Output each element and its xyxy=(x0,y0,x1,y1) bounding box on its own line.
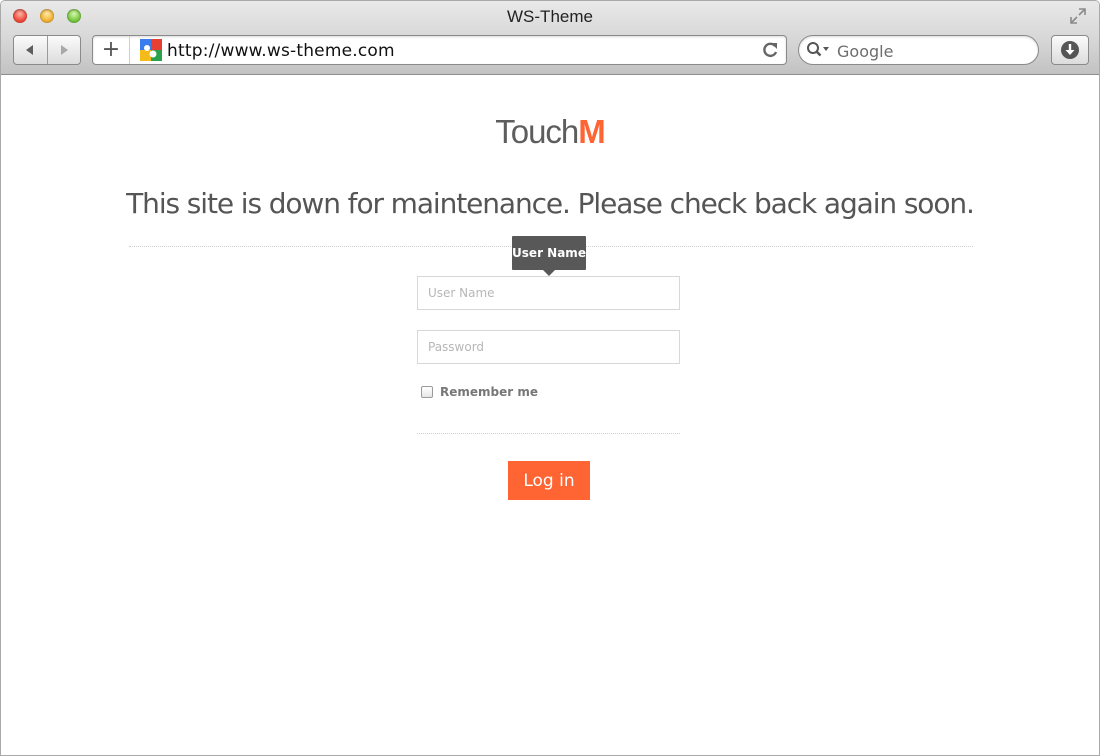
browser-window: WS-Theme + http://www.ws-theme.com Googl… xyxy=(0,0,1100,756)
browser-toolbar: WS-Theme + http://www.ws-theme.com Googl… xyxy=(1,1,1099,75)
site-logo[interactable]: TouchM xyxy=(1,113,1099,151)
window-title: WS-Theme xyxy=(507,7,593,26)
logo-text-m: M xyxy=(578,113,605,150)
forward-arrow-icon xyxy=(60,45,68,55)
url-text[interactable]: http://www.ws-theme.com xyxy=(167,41,395,61)
address-bar[interactable]: + http://www.ws-theme.com xyxy=(92,35,787,65)
logo-text-touch: Touch xyxy=(495,113,579,150)
back-arrow-icon xyxy=(26,45,34,55)
remember-me[interactable]: Remember me xyxy=(421,385,538,399)
page-content: TouchM This site is down for maintenance… xyxy=(1,75,1099,755)
username-input[interactable] xyxy=(417,276,680,310)
maintenance-message: This site is down for maintenance. Pleas… xyxy=(126,187,975,220)
download-icon xyxy=(1061,41,1079,59)
search-icon[interactable] xyxy=(806,41,830,59)
reload-icon[interactable] xyxy=(760,40,780,60)
search-field[interactable]: Google xyxy=(798,35,1039,65)
new-tab-button[interactable]: + xyxy=(93,36,130,64)
username-tooltip: User Name xyxy=(512,236,586,276)
forward-button[interactable] xyxy=(48,36,81,64)
remember-me-label[interactable]: Remember me xyxy=(440,385,538,399)
login-button[interactable]: Log in xyxy=(508,461,590,500)
form-divider xyxy=(417,433,680,434)
back-button[interactable] xyxy=(14,36,48,64)
history-nav xyxy=(13,35,81,65)
downloads-button[interactable] xyxy=(1051,35,1089,65)
search-placeholder: Google xyxy=(837,42,894,61)
remember-me-checkbox[interactable] xyxy=(421,386,433,398)
fullscreen-icon[interactable] xyxy=(1069,7,1087,25)
password-input[interactable] xyxy=(417,330,680,364)
site-favicon-icon xyxy=(140,39,162,61)
